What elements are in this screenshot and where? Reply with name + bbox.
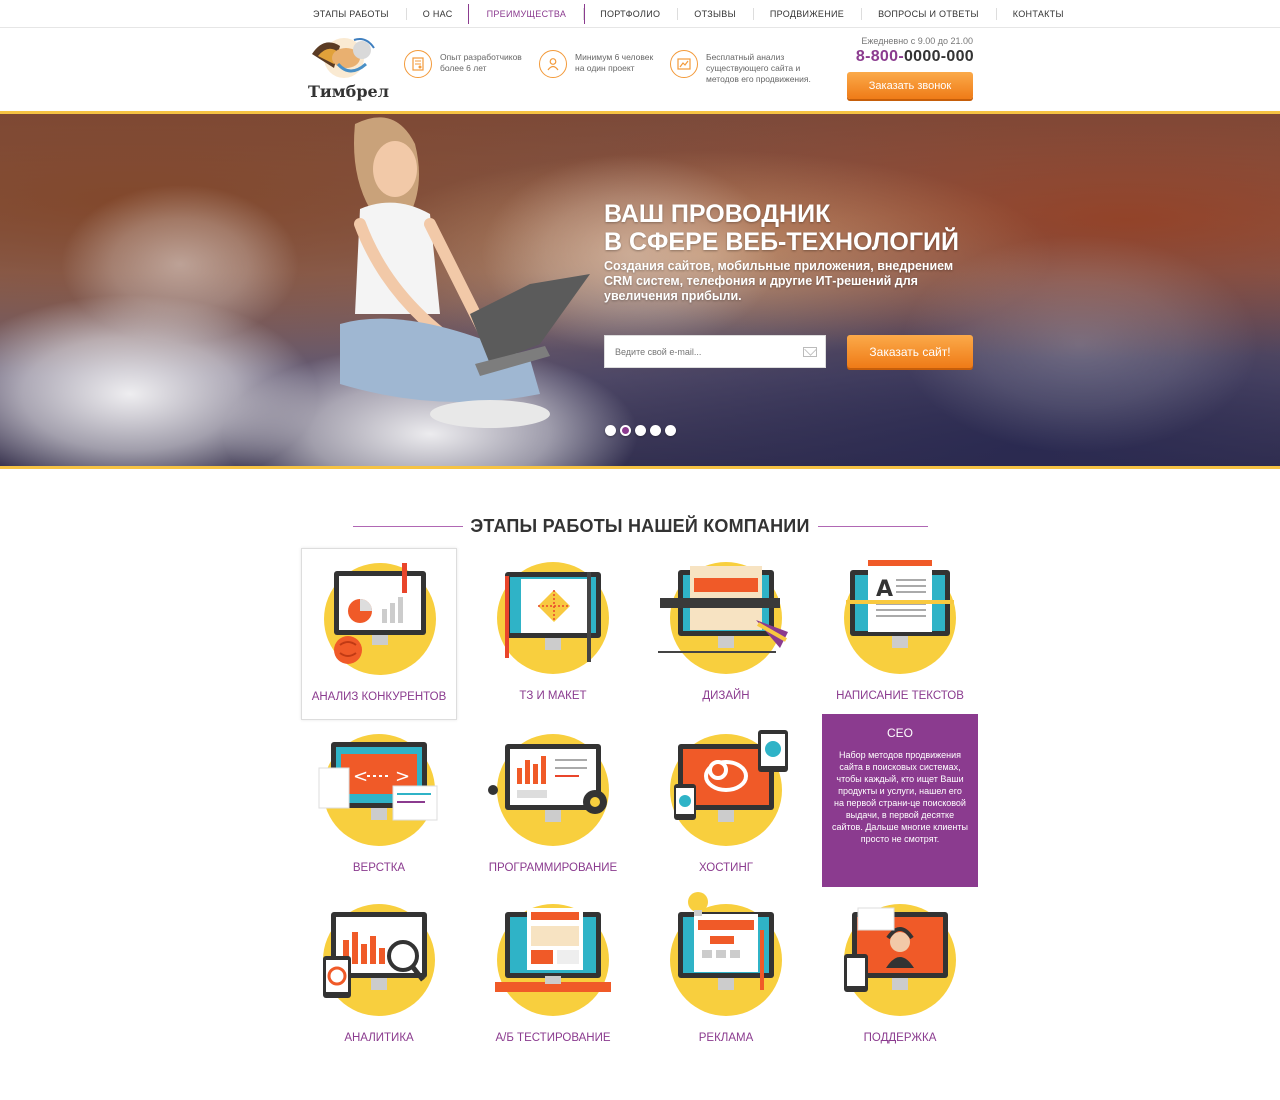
- svg-text:<: <: [353, 766, 368, 787]
- email-input[interactable]: [605, 336, 795, 367]
- section-title: ЭТАПЫ РАБОТЫ НАШЕЙ КОМПАНИИ: [470, 516, 810, 536]
- stage-card-ab-testing[interactable]: А/Б ТЕСТИРОВАНИЕ: [475, 890, 631, 1062]
- stage-label: ХОСТИНГ: [699, 862, 753, 874]
- stage-label: АНАЛИЗ КОНКУРЕНТОВ: [311, 691, 447, 703]
- feature-text: Опыт разработчиков более 6 лет: [440, 52, 522, 73]
- slide-dot[interactable]: [605, 425, 616, 436]
- seo-card-text: Набор методов продвижения сайта в поиско…: [832, 750, 968, 844]
- working-hours: Ежедневно с 9.00 до 21.00: [861, 36, 973, 46]
- slide-dot[interactable]: [620, 425, 631, 436]
- nav-item-advantages[interactable]: ПРЕИМУЩЕСТВА: [467, 0, 585, 28]
- site-header: Тимбрел Опыт разработчиков более 6 лет М…: [0, 28, 1280, 112]
- nav-item-about[interactable]: О НАС: [405, 0, 470, 28]
- programming-monitor-icon: [488, 744, 607, 822]
- nav-item-reviews[interactable]: ОТЗЫВЫ: [677, 0, 753, 28]
- envelope-icon: [803, 347, 817, 357]
- email-field-wrapper: [604, 335, 826, 368]
- stage-label: РЕКЛАМА: [698, 1032, 754, 1044]
- svg-text:>: >: [395, 766, 410, 787]
- nav-item-faq[interactable]: ВОПРОСЫ И ОТВЕТЫ: [861, 0, 996, 28]
- nav-item-promotion[interactable]: ПРОДВИЖЕНИЕ: [752, 0, 861, 28]
- feature-text: Минимум 6 человек на один проект: [575, 52, 654, 73]
- cloud-decoration: [60, 184, 300, 344]
- stage-card-competitor-analysis[interactable]: АНАЛИЗ КОНКУРЕНТОВ: [301, 548, 457, 720]
- stage-label: АНАЛИТИКА: [344, 1032, 414, 1044]
- stage-label: ДИЗАЙН: [702, 690, 750, 702]
- logo-text[interactable]: Тимбрел: [308, 82, 389, 101]
- seo-card-title: СЕО: [886, 726, 913, 740]
- hosting-monitor-icon: [674, 730, 788, 822]
- analytics-monitor-icon: [323, 912, 427, 998]
- text-monitor-icon: A: [846, 560, 954, 648]
- stage-card-support[interactable]: ПОДДЕРЖКА: [822, 890, 978, 1062]
- code-monitor-icon: < >: [318, 742, 438, 821]
- analysis-monitor-icon: [334, 563, 426, 664]
- feature-text: Бесплатный анализ существующего сайта и …: [706, 52, 811, 84]
- stage-label: ТЗ И МАКЕТ: [519, 690, 587, 702]
- nav-item-portfolio[interactable]: ПОРТФОЛИО: [583, 0, 677, 28]
- slide-dot[interactable]: [635, 425, 646, 436]
- woman-with-laptop-image: [340, 117, 590, 428]
- hero-banner: ВАШ ПРОВОДНИК В СФЕРЕ ВЕБ-ТЕХНОЛОГИЙ Соз…: [0, 111, 1280, 469]
- stage-card-advertising[interactable]: РЕКЛАМА: [648, 890, 804, 1062]
- hero-title: ВАШ ПРОВОДНИК В СФЕРЕ ВЕБ-ТЕХНОЛОГИЙ: [604, 200, 959, 256]
- stage-card-programming[interactable]: ПРОГРАММИРОВАНИЕ: [475, 720, 631, 892]
- layout-monitor-icon: [505, 572, 601, 662]
- stage-label: А/Б ТЕСТИРОВАНИЕ: [495, 1032, 611, 1044]
- stage-label: ВЕРСТКА: [352, 862, 406, 874]
- stage-card-design[interactable]: ДИЗАЙН: [648, 548, 804, 720]
- phone-number[interactable]: 8-800-0000-000: [856, 48, 974, 66]
- slide-dot[interactable]: [665, 425, 676, 436]
- stage-card-analytics[interactable]: АНАЛИТИКА: [301, 890, 457, 1062]
- stage-label: НАПИСАНИЕ ТЕКСТОВ: [836, 690, 964, 702]
- order-call-button[interactable]: Заказать звонок: [847, 72, 973, 99]
- hero-subtitle: Создания сайтов, мобильные приложения, в…: [604, 259, 954, 303]
- ads-monitor-icon: [678, 892, 774, 990]
- design-monitor-icon: [658, 566, 788, 653]
- order-site-button[interactable]: Заказать сайт!: [847, 335, 973, 368]
- ab-test-monitor-icon: [495, 908, 611, 992]
- seo-info-card[interactable]: СЕО Набор методов продвижения сайта в по…: [822, 714, 978, 887]
- feature-team: Минимум 6 человек на один проект: [539, 50, 669, 78]
- support-monitor-icon: [844, 907, 948, 992]
- nav-item-contacts[interactable]: КОНТАКТЫ: [995, 0, 1081, 28]
- feature-experience: Опыт разработчиков более 6 лет: [404, 50, 534, 78]
- stage-card-copywriting[interactable]: A НАПИСАНИЕ ТЕКСТОВ: [822, 548, 978, 720]
- nav-item-stages[interactable]: ЭТАПЫ РАБОТЫ: [296, 0, 406, 28]
- chart-icon: [670, 50, 698, 78]
- slide-dot[interactable]: [650, 425, 661, 436]
- feature-analysis: Бесплатный анализ существующего сайта и …: [670, 50, 820, 85]
- stage-label: ПРОГРАММИРОВАНИЕ: [488, 862, 618, 874]
- stage-card-hosting[interactable]: ХОСТИНГ: [648, 720, 804, 892]
- certificate-icon: [404, 50, 432, 78]
- stage-card-spec-layout[interactable]: ТЗ И МАКЕТ: [475, 548, 631, 720]
- stage-card-markup[interactable]: < > ВЕРСТКА: [301, 720, 457, 892]
- top-navigation: ЭТАПЫ РАБОТЫ О НАС ПРЕИМУЩЕСТВА ПОРТФОЛИ…: [0, 0, 1280, 28]
- person-icon: [539, 50, 567, 78]
- stage-label: ПОДДЕРЖКА: [863, 1032, 937, 1044]
- slider-pagination: [605, 425, 676, 436]
- nav-list: ЭТАПЫ РАБОТЫ О НАС ПРЕИМУЩЕСТВА ПОРТФОЛИ…: [296, 0, 1081, 28]
- svg-text:A: A: [876, 577, 893, 602]
